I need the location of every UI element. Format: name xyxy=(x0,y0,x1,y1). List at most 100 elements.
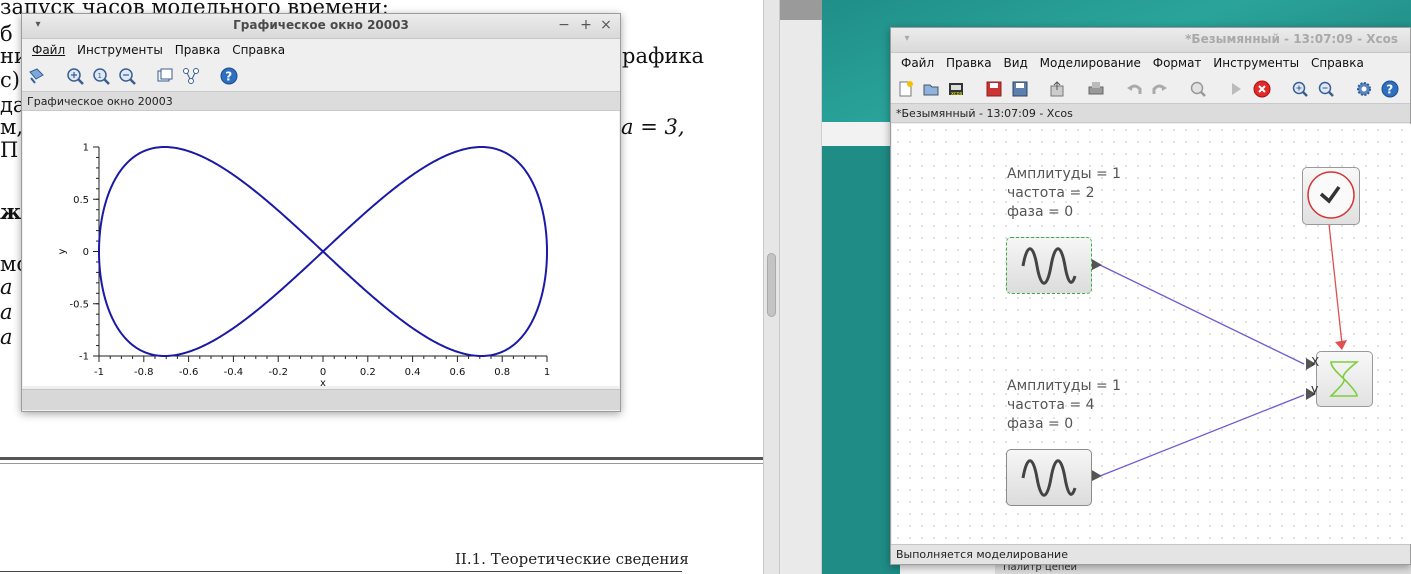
menu-simulation[interactable]: Моделирование xyxy=(1036,52,1145,74)
sine-generator-block-2[interactable] xyxy=(1006,449,1092,506)
redo-icon[interactable] xyxy=(1151,80,1169,98)
doc-text-line: б xyxy=(0,22,13,46)
menu-format[interactable]: Формат xyxy=(1149,52,1206,74)
menu-bar: Файл Правка Вид Моделирование Формат Инс… xyxy=(897,52,1410,74)
window-title: Графическое окно 20003 xyxy=(233,18,409,32)
svg-text:1: 1 xyxy=(98,72,102,80)
editor-icon[interactable] xyxy=(182,67,200,85)
zoom-in-icon[interactable] xyxy=(1291,80,1309,98)
graphic-window: ▾ Графическое окно 20003 − + × Файл Инст… xyxy=(21,13,621,412)
x-tick-label: -0.2 xyxy=(268,367,288,378)
sine-wave-icon xyxy=(1021,459,1077,497)
undo-icon[interactable] xyxy=(1125,80,1143,98)
save-as-icon[interactable] xyxy=(1011,80,1029,98)
page-divider xyxy=(0,457,763,460)
x-tick-label: -1 xyxy=(94,367,104,378)
help-icon[interactable]: ? xyxy=(1381,80,1399,98)
desktop-wallpaper xyxy=(820,146,900,574)
xcos-titlebar[interactable]: ▾ *Безымянный - 13:07:09 - Xcos xyxy=(891,28,1410,53)
menu-bar: Файл Инструменты Правка Справка xyxy=(28,39,620,61)
xcos-statusbar: Выполняется моделирование xyxy=(891,544,1410,564)
clock-icon xyxy=(1307,171,1355,219)
y-tick-label: 0.5 xyxy=(73,195,89,206)
fit-icon[interactable] xyxy=(1189,80,1207,98)
menu-view[interactable]: Вид xyxy=(999,52,1031,74)
datatip-icon[interactable] xyxy=(156,67,174,85)
link-sine2-to-scope-y[interactable] xyxy=(1099,394,1305,477)
export-icon[interactable] xyxy=(1048,80,1066,98)
x-tick-label: -0.8 xyxy=(134,367,154,378)
arrow-head xyxy=(1335,340,1347,350)
zoom-in-icon[interactable] xyxy=(66,67,84,85)
param-phase: фаза = 0 xyxy=(1007,204,1074,220)
param-amplitude: Амплитуды = 1 xyxy=(1007,166,1122,182)
x-tick-label: 0.8 xyxy=(494,367,510,378)
svg-text:?: ? xyxy=(1386,83,1393,97)
print-icon[interactable] xyxy=(1087,80,1105,98)
doc-text-line: м, xyxy=(0,115,24,139)
menu-help[interactable]: Справка xyxy=(228,39,289,61)
x-tick-label: 0.2 xyxy=(360,367,376,378)
svg-text:xcos: xcos xyxy=(951,91,963,97)
rotate-icon[interactable] xyxy=(27,67,45,85)
param-amplitude: Амплитуды = 1 xyxy=(1007,378,1122,394)
menu-tools[interactable]: Инструменты xyxy=(73,39,167,61)
zoom-out-icon[interactable] xyxy=(118,67,136,85)
svg-text:?: ? xyxy=(225,70,232,84)
stop-icon[interactable] xyxy=(1253,80,1271,98)
x-tick-label: -0.4 xyxy=(224,367,244,378)
menu-edit[interactable]: Правка xyxy=(942,52,996,74)
settings-icon[interactable] xyxy=(1355,80,1373,98)
graphic-toolbar: 1 ? xyxy=(22,63,620,89)
sine-wave-icon xyxy=(1021,247,1077,285)
clock-block[interactable] xyxy=(1302,167,1360,225)
block1-params: Амплитуды = 1 частота = 2 фаза = 0 xyxy=(1007,165,1121,222)
plot-area[interactable]: -1 -0.8 -0.6 -0.4 -0.2 0 0.2 0.4 0.6 0.8 1 1 0.5 0 -0.… xyxy=(23,111,619,390)
param-phase: фаза = 0 xyxy=(1007,416,1074,432)
graphic-statusbar xyxy=(22,389,620,410)
start-icon[interactable] xyxy=(1227,80,1245,98)
close-button[interactable]: × xyxy=(598,17,614,33)
lissajous-plot: -1 -0.8 -0.6 -0.4 -0.2 0 0.2 0.4 0.6 0.8 1 1 0.5 0 -0.… xyxy=(57,143,550,390)
graphic-window-titlebar[interactable]: ▾ Графическое окно 20003 − + × xyxy=(22,14,620,39)
y-tick-label: -1 xyxy=(79,352,89,363)
doc-text-line: рафика xyxy=(622,44,705,68)
param-frequency: частота = 2 xyxy=(1007,185,1095,201)
menu-file[interactable]: Файл xyxy=(897,52,938,74)
block2-params: Амплитуды = 1 частота = 4 фаза = 0 xyxy=(1007,377,1121,434)
menu-file[interactable]: Файл xyxy=(28,39,69,61)
menu-edit[interactable]: Правка xyxy=(171,39,225,61)
menu-help[interactable]: Справка xyxy=(1307,52,1368,74)
footer-rule xyxy=(0,571,682,572)
x-tick-label: 0.4 xyxy=(405,367,421,378)
xy-scope-icon xyxy=(1329,361,1360,397)
diagram-header: *Безымянный - 13:07:09 - Xcos xyxy=(891,103,1410,123)
xcos-window: ▾ *Безымянный - 13:07:09 - Xcos Файл Пра… xyxy=(890,27,1411,565)
param-frequency: частота = 4 xyxy=(1007,397,1095,413)
sine-generator-block-1[interactable] xyxy=(1006,237,1092,294)
zoom-reset-icon[interactable]: 1 xyxy=(92,67,110,85)
maximize-button[interactable]: + xyxy=(578,17,594,33)
background-window xyxy=(780,0,822,574)
save-icon[interactable] xyxy=(985,80,1003,98)
port-label-x: X xyxy=(1311,355,1320,369)
xy-scope-block[interactable]: X У xyxy=(1311,351,1373,407)
open-file-icon[interactable]: xcos xyxy=(947,80,965,98)
link-sine1-to-scope-x[interactable] xyxy=(1099,264,1305,365)
window-title: *Безымянный - 13:07:09 - Xcos xyxy=(1185,32,1398,46)
doc-text-line: ж xyxy=(0,199,22,224)
lissajous-curve xyxy=(97,145,549,358)
minimize-button[interactable]: − xyxy=(556,17,572,33)
open-icon[interactable] xyxy=(922,80,940,98)
link-clock-to-scope[interactable] xyxy=(1328,223,1343,345)
diagram-canvas[interactable]: Амплитуды = 1 частота = 2 фаза = 0 Ампли… xyxy=(892,124,1411,544)
zoom-out-icon[interactable] xyxy=(1317,80,1335,98)
y-axis-label: y xyxy=(57,248,68,254)
page-divider xyxy=(0,463,763,464)
y-tick-label: 0 xyxy=(83,247,89,258)
menu-tools[interactable]: Инструменты xyxy=(1209,52,1303,74)
x-tick-label: 0.6 xyxy=(449,367,465,378)
help-icon[interactable]: ? xyxy=(220,67,238,85)
splitter-handle[interactable] xyxy=(767,253,776,317)
new-icon[interactable] xyxy=(897,80,915,98)
